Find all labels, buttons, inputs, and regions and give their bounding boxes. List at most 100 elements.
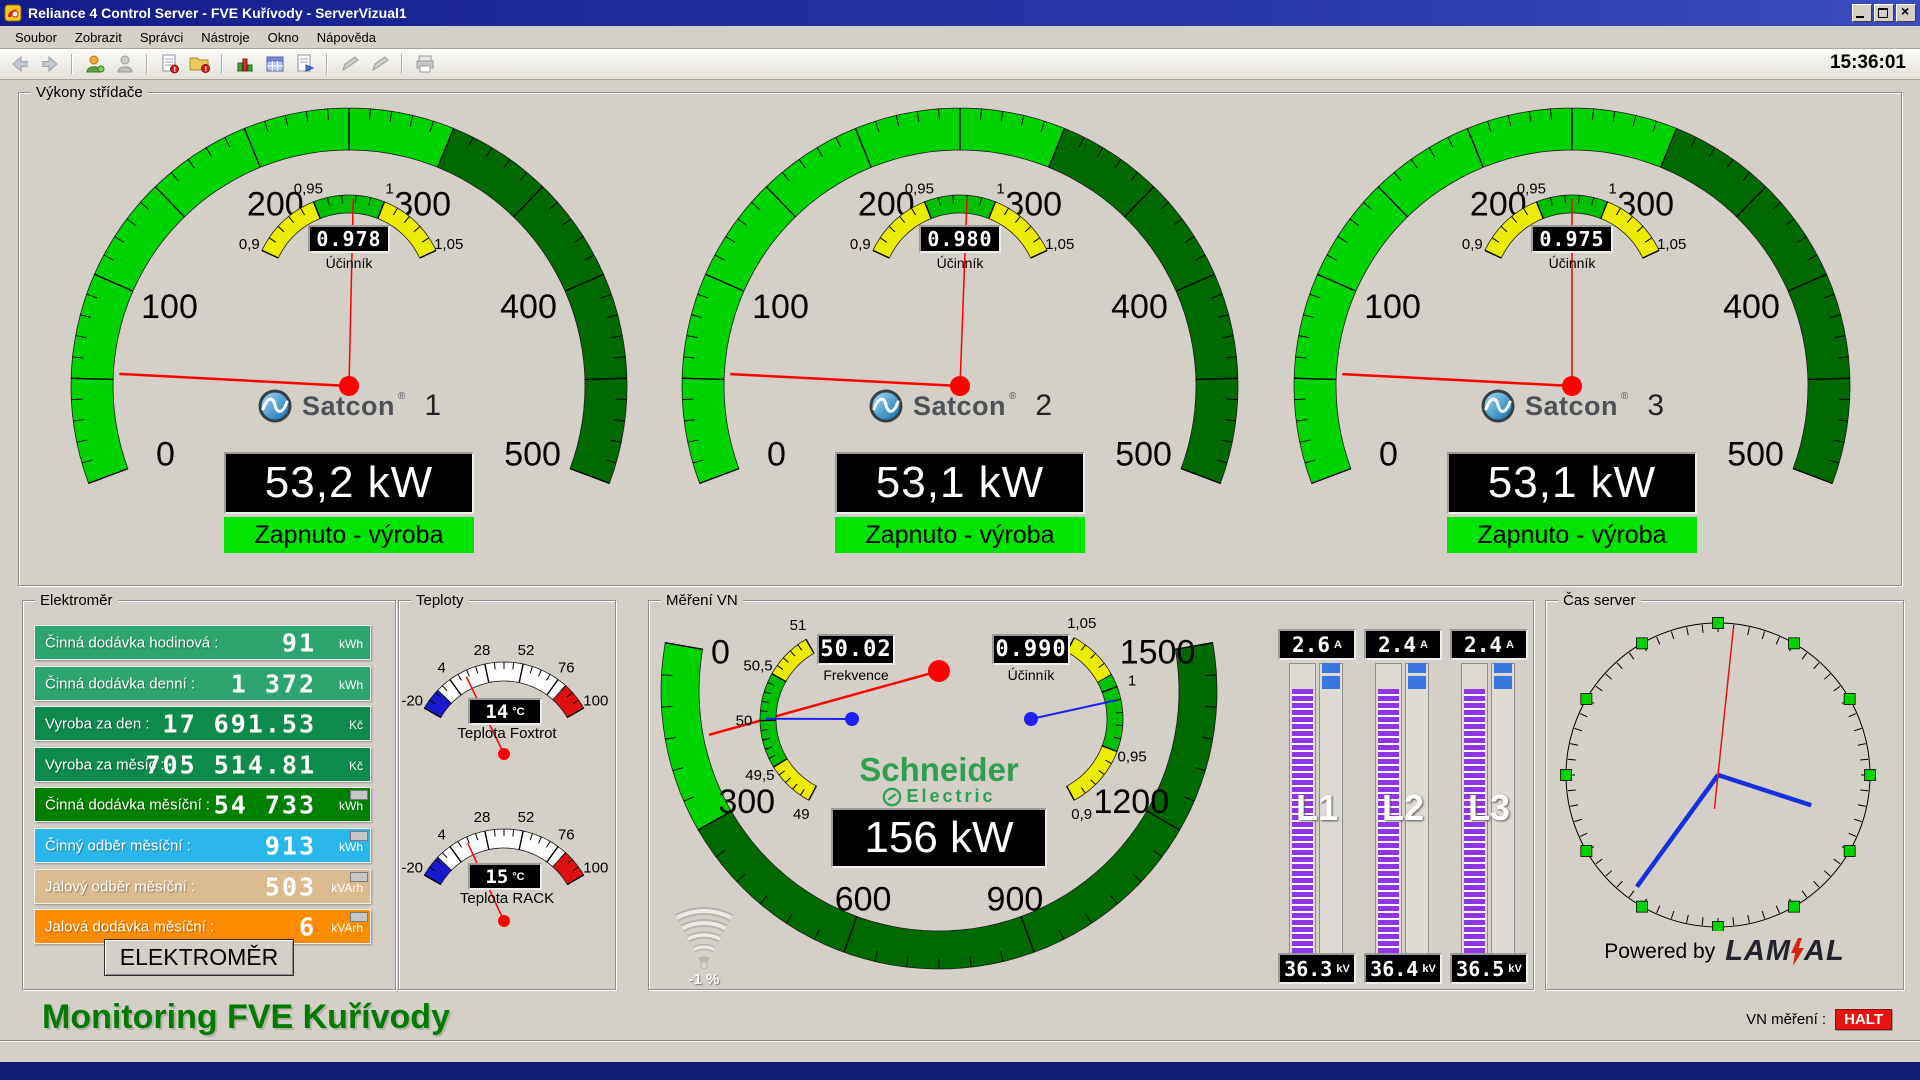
phase-name: L3 — [1450, 787, 1528, 829]
phase-l2: 2.4A L2 36.4kV — [1364, 629, 1442, 985]
forward-icon[interactable] — [36, 52, 63, 77]
inverter-number: 1 — [424, 389, 441, 423]
powered-by: Powered by LAM AL — [1546, 935, 1903, 968]
svg-text:0: 0 — [711, 634, 730, 672]
meter-row: Vyroba za měsíc :705 514.81Kč — [34, 747, 371, 782]
brand-name: Satcon — [913, 391, 1006, 422]
close-button[interactable] — [1896, 4, 1916, 22]
pen-icon[interactable] — [336, 52, 363, 77]
svg-text:500: 500 — [504, 436, 561, 474]
satcon-logo: Satcon ® 1 — [39, 388, 659, 424]
meter-row-unit: Kč — [349, 759, 363, 773]
meter-row-label: Činná dodávka denní : — [45, 675, 195, 692]
user-manager-icon[interactable] — [81, 52, 108, 77]
document-alarm-icon[interactable] — [156, 52, 183, 77]
meter-row: Činná dodávka hodinová :91kWh — [34, 625, 371, 660]
svg-text:0,95: 0,95 — [1517, 180, 1546, 197]
registered-mark: ® — [1009, 391, 1016, 402]
printer-icon[interactable] — [411, 52, 438, 77]
maximize-button[interactable] — [1874, 4, 1894, 22]
folder-alarm-icon[interactable] — [186, 52, 213, 77]
indicator-box — [350, 831, 368, 841]
frequency-label: Frekvence — [791, 667, 921, 683]
meter-row-label: Jalový odběr měsíční : — [45, 878, 195, 895]
current-display: 2.6A — [1278, 629, 1356, 660]
svg-text:4: 4 — [438, 827, 446, 844]
meter-row-unit: kWh — [339, 799, 363, 813]
signal-strength: -1 % — [659, 971, 749, 988]
meter-row-value: 17 691.53 — [163, 709, 316, 738]
voltage-display: 36.5kV — [1450, 953, 1528, 984]
svg-text:100: 100 — [752, 288, 809, 326]
minimize-button[interactable] — [1852, 4, 1872, 22]
table-icon[interactable] — [261, 52, 288, 77]
svg-text:1: 1 — [385, 180, 393, 197]
current-display: 2.4A — [1364, 629, 1442, 660]
report-icon[interactable] — [291, 52, 318, 77]
inverter-number: 2 — [1035, 389, 1052, 423]
meter-row-label: Jalová dodávka měsíční : — [45, 918, 214, 935]
registered-mark: ® — [398, 391, 405, 402]
meter-row-unit: Kč — [349, 718, 363, 732]
meter-row-value: 913 — [265, 831, 316, 860]
indicator-box — [350, 790, 368, 800]
indicator-box — [350, 912, 368, 922]
group-vykony-stridace: Výkony střídače 01002003004005000,90,951… — [18, 92, 1902, 586]
pen2-icon[interactable] — [366, 52, 393, 77]
pf-display: 0.978 — [308, 225, 390, 253]
svg-text:0,9: 0,9 — [850, 236, 871, 253]
elektromer-button[interactable]: ELEKTROMĚR — [104, 939, 294, 976]
vn-mereni-label: VN měření : — [1746, 1011, 1826, 1028]
lightning-icon — [1791, 938, 1804, 966]
pf-display: 0.975 — [1531, 225, 1613, 253]
svg-text:1: 1 — [1128, 672, 1136, 689]
inverter-1-block: 01002003004005000,90,9511,05 0.978 Účinn… — [39, 96, 659, 574]
inverter-status: Zapnuto - výroba — [1447, 517, 1697, 553]
menu-napoveda[interactable]: Nápověda — [308, 28, 385, 47]
current-bar-fill — [1322, 663, 1340, 673]
svg-text:0,95: 0,95 — [905, 180, 934, 197]
svg-text:0,9: 0,9 — [1462, 236, 1483, 253]
app-icon — [4, 4, 22, 22]
back-icon[interactable] — [6, 52, 33, 77]
svg-text:0,95: 0,95 — [294, 180, 323, 197]
current-display: 2.4A — [1450, 629, 1528, 660]
menu-zobrazit[interactable]: Zobrazit — [66, 28, 131, 47]
meter-row: Jalový odběr měsíční :503kVArh — [34, 869, 371, 904]
toolbar: 15:36:01 — [0, 49, 1920, 80]
menu-nastroje[interactable]: Nástroje — [192, 28, 258, 47]
pf-label: Účinník — [39, 255, 659, 271]
current-bar-fill — [1408, 676, 1426, 689]
meter-row-value: 6 — [299, 912, 316, 941]
brand-name: Satcon — [302, 391, 395, 422]
svg-text:100: 100 — [583, 693, 608, 710]
svg-text:52: 52 — [518, 642, 535, 659]
svg-text:100: 100 — [583, 860, 608, 877]
svg-text:600: 600 — [835, 881, 892, 919]
svg-text:1500: 1500 — [1120, 634, 1196, 672]
svg-text:-20: -20 — [401, 693, 423, 710]
temp-display-rack: 15°C — [468, 863, 542, 890]
menu-soubor[interactable]: Soubor — [6, 28, 66, 47]
power-display: 53,1 kW — [1447, 452, 1697, 514]
svg-text:28: 28 — [474, 809, 491, 826]
inverter-number: 3 — [1647, 389, 1664, 423]
toolbar-separator — [326, 54, 328, 74]
user-icon[interactable] — [111, 52, 138, 77]
meter-row-unit: kVArh — [331, 921, 363, 935]
menu-spravci[interactable]: Správci — [131, 28, 192, 47]
pf-label: Účinník — [1262, 255, 1882, 271]
svg-text:49,5: 49,5 — [745, 767, 774, 784]
current-bar-fill — [1494, 676, 1512, 689]
satcon-mark-icon — [257, 388, 293, 424]
meter-row-unit: kWh — [339, 637, 363, 651]
svg-text:52: 52 — [518, 809, 535, 826]
chart-icon[interactable] — [231, 52, 258, 77]
meter-row: Činná dodávka denní :1 372kWh — [34, 666, 371, 701]
menu-okno[interactable]: Okno — [259, 28, 308, 47]
window-title: Reliance 4 Control Server - FVE Kuřívody… — [28, 5, 1846, 21]
svg-text:0: 0 — [1379, 436, 1398, 474]
page-title: Monitoring FVE Kuřívody — [42, 998, 450, 1037]
group-mereni-vn: Měření VN 0300600900120015004949,55050,5… — [648, 600, 1534, 990]
toolbar-separator — [401, 54, 403, 74]
